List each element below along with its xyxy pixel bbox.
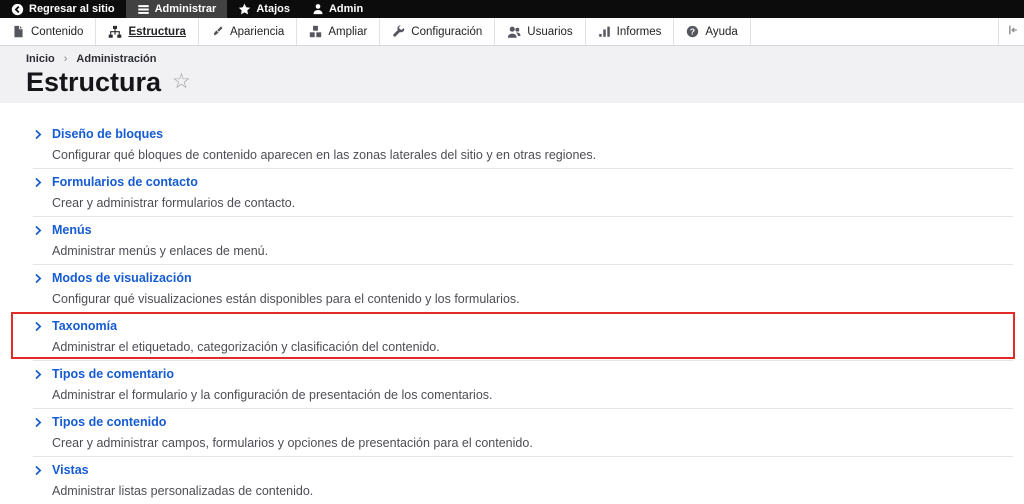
toolbar-label: Informes [616, 25, 662, 38]
toolbar-item-apariencia[interactable]: Apariencia [199, 18, 298, 45]
modules-icon [309, 25, 322, 38]
sitemap-icon [108, 25, 122, 39]
list-item: Tipos de contenido Crear y administrar c… [33, 409, 1013, 457]
page-title: Estructura [26, 67, 162, 97]
toolbar-label: Contenido [31, 25, 84, 38]
star-icon [238, 3, 251, 16]
back-to-site-label: Regresar al sitio [29, 3, 115, 15]
section-description: Administrar el etiquetado, categorizació… [52, 340, 440, 354]
section-link-label[interactable]: Diseño de bloques [52, 127, 163, 142]
section-link-label[interactable]: Menús [52, 223, 92, 238]
admin-bar: Regresar al sitio Administrar Atajos Adm… [0, 0, 1024, 18]
section-link[interactable]: Formularios de contacto [33, 175, 1013, 190]
section-link[interactable]: Taxonomía [33, 319, 1013, 334]
chevron-right-icon [33, 225, 43, 236]
manage-label: Administrar [154, 3, 217, 15]
list-item: Diseño de bloques Configurar qué bloques… [33, 121, 1013, 169]
toolbar-orientation-toggle[interactable] [998, 18, 1024, 45]
chevron-right-icon [33, 129, 43, 140]
list-item: Formularios de contacto Crear y administ… [33, 169, 1013, 217]
toolbar-label: Estructura [128, 25, 186, 38]
paintbrush-icon [211, 25, 224, 38]
chevron-right-icon [33, 417, 43, 428]
list-item-highlighted: Taxonomía Administrar el etiquetado, cat… [11, 312, 1015, 361]
toolbar-label: Ayuda [705, 25, 738, 38]
list-item: Tipos de comentario Administrar el formu… [33, 361, 1013, 409]
section-link-label[interactable]: Formularios de contacto [52, 175, 198, 190]
toolbar-item-informes[interactable]: Informes [586, 18, 675, 45]
toolbar-label: Apariencia [229, 25, 285, 38]
list-item: Menús Administrar menús y enlaces de men… [33, 217, 1013, 265]
section-link[interactable]: Modos de visualización [33, 271, 1013, 286]
section-link-label[interactable]: Modos de visualización [52, 271, 192, 286]
toolbar-label: Usuarios [527, 25, 573, 38]
section-link-label[interactable]: Taxonomía [52, 319, 117, 334]
toolbar-item-contenido[interactable]: Contenido [0, 18, 97, 45]
chevron-right-icon [33, 321, 43, 332]
document-icon [12, 25, 25, 38]
chevron-right-icon [33, 369, 43, 380]
section-description: Administrar listas personalizadas de con… [52, 484, 314, 498]
toolbar-item-estructura[interactable]: Estructura [96, 18, 199, 45]
shortcuts-tab[interactable]: Atajos [227, 0, 301, 18]
breadcrumb-separator: › [63, 53, 68, 65]
section-description: Configurar qué bloques de contenido apar… [52, 148, 597, 162]
section-link-label[interactable]: Tipos de contenido [52, 415, 166, 430]
user-label: Admin [328, 3, 364, 15]
favorite-star-icon[interactable]: ☆ [172, 71, 191, 92]
toolbar-label: Ampliar [328, 25, 368, 38]
list-item: Vistas Administrar listas personalizadas… [33, 457, 1013, 504]
breadcrumb-item-inicio[interactable]: Inicio [26, 53, 55, 65]
section-link[interactable]: Menús [33, 223, 1013, 238]
menu-icon [137, 3, 150, 16]
list-item: Modos de visualización Configurar qué vi… [33, 265, 1013, 313]
chevron-right-icon [33, 273, 43, 284]
toolbar-label: Configuración [411, 25, 483, 38]
user-account-tab[interactable]: Admin [301, 0, 374, 18]
shortcuts-label: Atajos [256, 3, 290, 15]
toolbar-item-ayuda[interactable]: ? Ayuda [674, 18, 751, 45]
section-description: Administrar menús y enlaces de menú. [52, 244, 269, 258]
help-icon: ? [686, 25, 699, 38]
section-link-label[interactable]: Vistas [52, 463, 89, 478]
section-link[interactable]: Vistas [33, 463, 1013, 478]
main-content: Diseño de bloques Configurar qué bloques… [0, 121, 1024, 504]
page-header: Inicio › Administración Estructura ☆ [0, 46, 1024, 103]
user-icon [312, 3, 324, 15]
admin-toolbar: Contenido Estructura Apariencia Ampliar … [0, 18, 1024, 46]
section-link[interactable]: Diseño de bloques [33, 127, 1013, 142]
section-description: Administrar el formulario y la configura… [52, 388, 493, 402]
section-link-label[interactable]: Tipos de comentario [52, 367, 174, 382]
chevron-right-icon [33, 177, 43, 188]
users-icon [507, 25, 521, 39]
section-description: Crear y administrar formularios de conta… [52, 196, 296, 210]
bar-chart-icon [598, 25, 611, 38]
chevron-right-icon [33, 465, 43, 476]
manage-tab[interactable]: Administrar [125, 0, 228, 18]
toolbar-item-ampliar[interactable]: Ampliar [297, 18, 381, 45]
breadcrumb-item-administracion[interactable]: Administración [76, 53, 156, 65]
breadcrumb: Inicio › Administración [26, 53, 1024, 65]
toolbar-orientation-icon [1005, 23, 1019, 40]
back-icon [11, 3, 24, 16]
wrench-icon [392, 25, 405, 38]
section-link[interactable]: Tipos de comentario [33, 367, 1013, 382]
admin-list: Diseño de bloques Configurar qué bloques… [11, 121, 1015, 504]
section-link[interactable]: Tipos de contenido [33, 415, 1013, 430]
toolbar-item-configuracion[interactable]: Configuración [380, 18, 496, 45]
back-to-site-button[interactable]: Regresar al sitio [0, 0, 126, 18]
toolbar-item-usuarios[interactable]: Usuarios [495, 18, 586, 45]
svg-text:?: ? [690, 26, 695, 36]
section-description: Crear y administrar campos, formularios … [52, 436, 533, 450]
section-description: Configurar qué visualizaciones están dis… [52, 292, 520, 306]
